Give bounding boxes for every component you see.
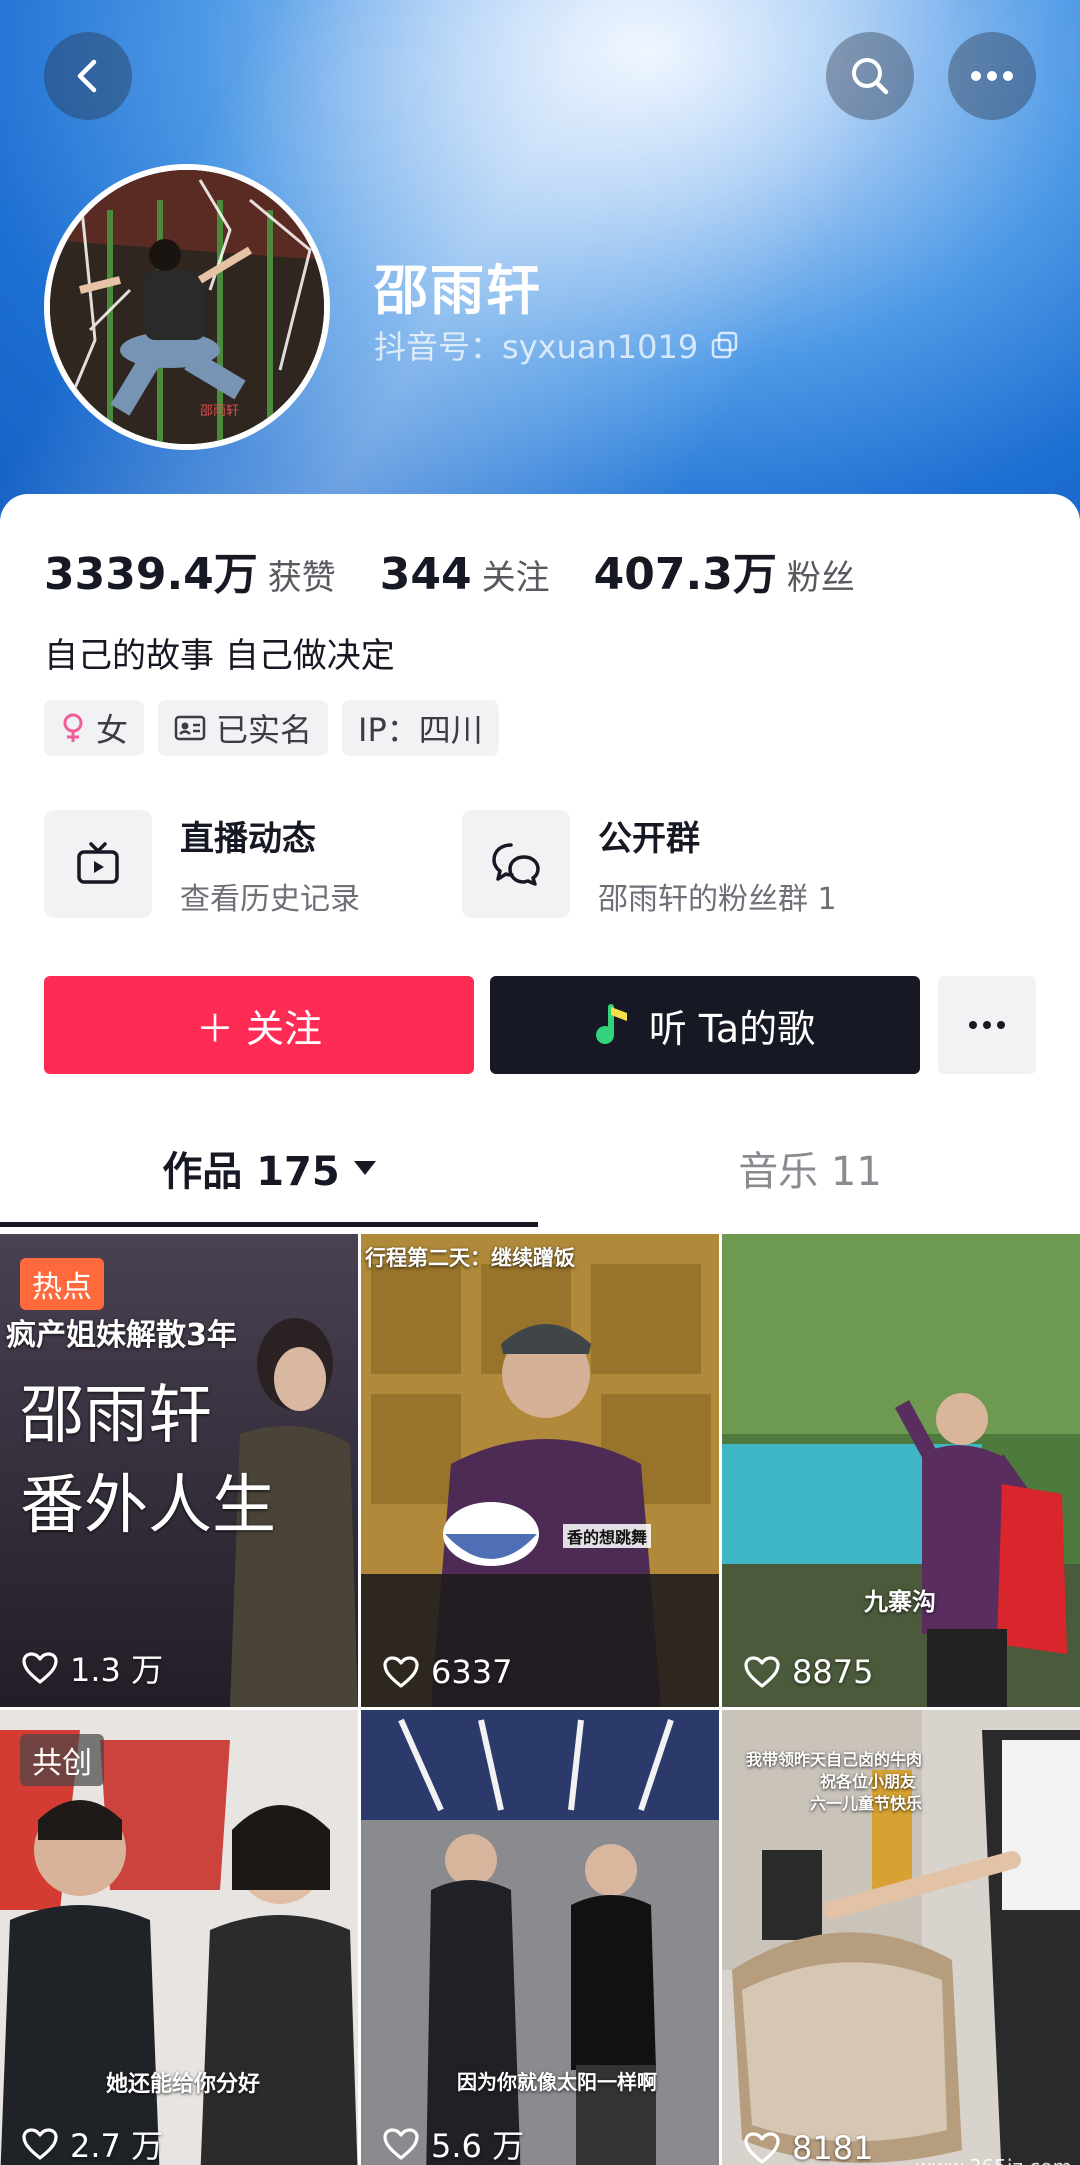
profile-card: 3339.4万 获赞 344 关注 407.3万 粉丝 自己的故事 自己做决定 … <box>0 494 1080 2165</box>
gender-label: 女 <box>96 711 129 749</box>
like-count-value: 8875 <box>792 1653 874 1691</box>
back-arrow-icon <box>77 59 97 93</box>
group-entry-subtitle: 邵雨轩的粉丝群 1 <box>598 881 837 917</box>
video-caption: 她还能给你分好 <box>106 2072 261 2097</box>
back-button[interactable] <box>44 32 132 120</box>
id-card-icon <box>174 715 206 741</box>
ip-label: IP：四川 <box>358 711 483 749</box>
caret-down-icon[interactable] <box>352 1159 378 1177</box>
tv-icon <box>77 842 119 884</box>
video-tile[interactable]: 行程第二天：继续蹭饭 香的想跳舞 6337 <box>361 1234 719 1707</box>
like-count-value: 8181 <box>792 2129 874 2165</box>
video-overlay-title: 我带领昨天自己卤的牛肉 <box>746 1750 923 1769</box>
video-caption: 因为你就像太阳一样啊 <box>457 2070 657 2094</box>
heart-icon <box>744 1656 780 1688</box>
group-entry-title: 公开群 <box>598 818 700 859</box>
fan-group-entry[interactable]: 公开群 邵雨轩的粉丝群 1 <box>462 810 837 918</box>
video-overlay-line3: 番外人生 <box>20 1469 276 1543</box>
live-icon-box <box>44 810 152 918</box>
verified-label: 已实名 <box>216 711 313 749</box>
heart-icon <box>744 2132 780 2164</box>
listen-songs-label: 听 Ta的歌 <box>648 1006 816 1051</box>
hot-badge: 热点 <box>20 1258 104 1310</box>
userid-value: syxuan1019 <box>502 328 699 366</box>
live-entry-title: 直播动态 <box>180 818 316 859</box>
video-overlay-title: 疯产姐妹解散3年 <box>6 1318 237 1353</box>
likes-label[interactable]: 获赞 <box>268 550 336 599</box>
video-overlay-line2: 邵雨轩 <box>20 1379 212 1453</box>
music-note-icon <box>595 1004 627 1044</box>
tab-music[interactable]: 音乐 11 <box>540 1116 1080 1220</box>
ip-tag: IP：四川 <box>342 700 499 756</box>
following-label[interactable]: 关注 <box>482 550 550 599</box>
active-tab-indicator <box>0 1222 538 1227</box>
more-actions-button[interactable] <box>938 976 1036 1074</box>
userid-label: 抖音号： <box>374 328 503 366</box>
followers-label[interactable]: 粉丝 <box>787 550 855 599</box>
video-overlay-line2: 祝各位小朋友 <box>820 1772 917 1791</box>
ellipsis-icon <box>969 1021 1005 1029</box>
like-count: 1.3 万 <box>22 1645 163 1691</box>
avatar[interactable]: 邵雨轩 <box>44 164 330 450</box>
like-count: 2.7 万 <box>22 2121 163 2165</box>
more-options-button[interactable] <box>948 32 1036 120</box>
likes-count[interactable]: 3339.4万 <box>44 538 258 602</box>
video-thumbnail <box>361 1234 719 1707</box>
group-icon-box <box>462 810 570 918</box>
avatar-image: 邵雨轩 <box>50 170 324 444</box>
tab-music-label: 音乐 11 <box>738 1149 882 1195</box>
ellipsis-icon <box>971 71 1013 81</box>
female-icon <box>63 713 83 742</box>
video-tile[interactable]: 我带领昨天自己卤的牛肉 祝各位小朋友 六一儿童节快乐 8181 www.365j… <box>722 1710 1080 2165</box>
like-count-value: 1.3 万 <box>70 1651 164 1689</box>
video-tile[interactable]: 热点 疯产姐妹解散3年 邵雨轩 番外人生 1.3 万 <box>0 1234 358 1707</box>
search-icon <box>852 58 889 95</box>
listen-songs-button[interactable]: 听 Ta的歌 <box>490 976 920 1074</box>
chat-bubbles-icon <box>492 843 540 886</box>
like-count: 5.6 万 <box>383 2121 524 2165</box>
like-count-value: 2.7 万 <box>70 2127 164 2165</box>
like-count-value: 6337 <box>431 1653 513 1691</box>
like-count: 8875 <box>744 1653 873 1691</box>
video-thumbnail <box>722 1234 1080 1707</box>
tags-row: 女 已实名 IP：四川 <box>44 700 499 756</box>
video-caption: 九寨沟 <box>864 1588 936 1616</box>
video-overlay-line3: 六一儿童节快乐 <box>810 1794 923 1813</box>
search-button[interactable] <box>826 32 914 120</box>
userid-row: 抖音号：syxuan1019 <box>374 322 740 368</box>
heart-icon <box>383 2128 419 2160</box>
copy-icon[interactable] <box>710 330 740 360</box>
live-entry-subtitle: 查看历史记录 <box>180 881 360 917</box>
following-count[interactable]: 344 <box>380 549 472 600</box>
video-tile[interactable]: 因为你就像太阳一样啊 5.6 万 <box>361 1710 719 2165</box>
watermark-text: www.365jz.com <box>915 2155 1072 2165</box>
heart-icon <box>383 1656 419 1688</box>
like-count: 6337 <box>383 1653 512 1691</box>
verified-tag: 已实名 <box>158 700 329 756</box>
bio-text: 自己的故事 自己做决定 <box>44 636 395 676</box>
live-history-entry[interactable]: 直播动态 查看历史记录 <box>44 810 360 918</box>
cocreate-badge: 共创 <box>20 1734 104 1786</box>
video-caption: 香的想跳舞 <box>563 1524 652 1548</box>
tab-works-label: 作品 175 <box>162 1149 340 1195</box>
follow-button[interactable]: ＋ 关注 <box>44 976 474 1074</box>
video-tile[interactable]: 九寨沟 8875 <box>722 1234 1080 1707</box>
video-overlay-title: 行程第二天：继续蹭饭 <box>365 1246 575 1270</box>
stats-row: 3339.4万 获赞 344 关注 407.3万 粉丝 <box>44 538 899 602</box>
like-count: 8181 <box>744 2129 873 2165</box>
content-tabs: 作品 175 音乐 11 <box>0 1116 1080 1228</box>
avatar-signature: 邵雨轩 <box>200 404 239 419</box>
gender-tag: 女 <box>44 700 145 756</box>
followers-count[interactable]: 407.3万 <box>594 538 777 602</box>
profile-name: 邵雨轩 <box>374 259 542 322</box>
heart-icon <box>22 1652 58 1684</box>
heart-icon <box>22 2128 58 2160</box>
video-thumbnail <box>361 1710 719 2165</box>
like-count-value: 5.6 万 <box>431 2127 525 2165</box>
video-tile[interactable]: 共创 她还能给你分好 2.7 万 <box>0 1710 358 2165</box>
tab-works[interactable]: 作品 175 <box>0 1116 540 1220</box>
